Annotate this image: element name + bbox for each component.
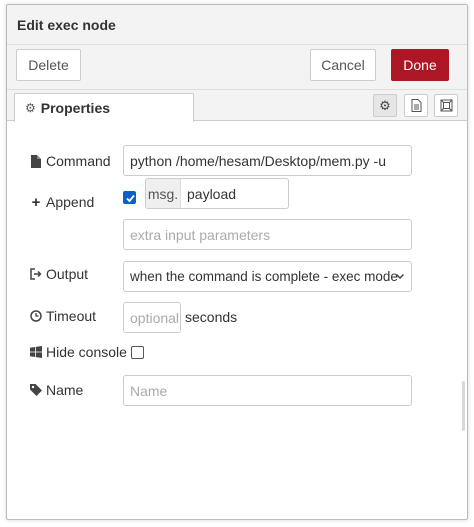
- extra-parameters-input[interactable]: extra input parameters: [123, 219, 412, 250]
- chevron-down-icon: [395, 273, 405, 280]
- append-typed-input[interactable]: msg. payload: [145, 178, 289, 209]
- hide-console-label-row: Hide console: [29, 342, 127, 362]
- dialog-toolbar: Delete Cancel Done: [7, 45, 467, 90]
- sign-out-icon: [29, 268, 43, 280]
- name-input[interactable]: Name: [123, 375, 412, 406]
- checkmark-icon: [126, 194, 135, 203]
- windows-icon: [29, 346, 43, 358]
- cog-icon: ⚙: [379, 97, 391, 113]
- dialog-title: Edit exec node: [17, 16, 116, 33]
- append-type-selector[interactable]: msg.: [146, 179, 181, 208]
- tab-properties-label: Properties: [40, 100, 111, 116]
- appearance-tab-button[interactable]: [434, 94, 458, 117]
- hide-console-label: Hide console: [46, 344, 127, 360]
- done-button[interactable]: Done: [391, 49, 449, 81]
- timeout-input[interactable]: optional: [123, 302, 181, 333]
- append-label-row: + Append: [29, 192, 95, 212]
- tab-bar: ⚙ Properties ⚙: [7, 90, 467, 122]
- settings-tab-button[interactable]: ⚙: [373, 94, 397, 117]
- cancel-button[interactable]: Cancel: [310, 49, 376, 81]
- output-label: Output: [46, 266, 89, 282]
- file-icon: [29, 154, 43, 168]
- node-appearance-icon: [440, 99, 452, 112]
- plus-icon: +: [31, 193, 41, 211]
- append-label: Append: [46, 194, 95, 210]
- timeout-unit: seconds: [185, 309, 238, 325]
- timeout-label-row: Timeout: [29, 306, 96, 326]
- tab-properties[interactable]: ⚙ Properties: [14, 93, 194, 122]
- file-text-icon: [411, 99, 421, 112]
- properties-form: Command python /home/hesam/Desktop/mem.p…: [7, 121, 467, 519]
- command-label: Command: [46, 153, 111, 169]
- tag-icon: [29, 384, 43, 396]
- command-label-row: Command: [29, 151, 111, 171]
- name-label-row: Name: [29, 380, 83, 400]
- hide-console-checkbox[interactable]: [131, 346, 144, 359]
- append-checkbox[interactable]: [123, 191, 136, 204]
- gear-icon: ⚙: [25, 101, 36, 115]
- name-label: Name: [46, 382, 84, 398]
- output-label-row: Output: [29, 264, 88, 284]
- timeout-label: Timeout: [46, 308, 97, 324]
- clock-icon: [29, 310, 43, 322]
- output-select[interactable]: when the command is complete - exec mode: [123, 261, 412, 292]
- append-value[interactable]: payload: [181, 179, 236, 208]
- description-tab-button[interactable]: [404, 94, 428, 117]
- edit-dialog: Edit exec node Delete Cancel Done ⚙ Prop…: [6, 4, 468, 520]
- output-selected-value: when the command is complete - exec mode: [130, 269, 398, 284]
- scrollbar[interactable]: [462, 381, 465, 431]
- dialog-header: Edit exec node: [7, 5, 467, 45]
- delete-button[interactable]: Delete: [16, 49, 81, 81]
- command-input[interactable]: python /home/hesam/Desktop/mem.py -u: [123, 145, 412, 176]
